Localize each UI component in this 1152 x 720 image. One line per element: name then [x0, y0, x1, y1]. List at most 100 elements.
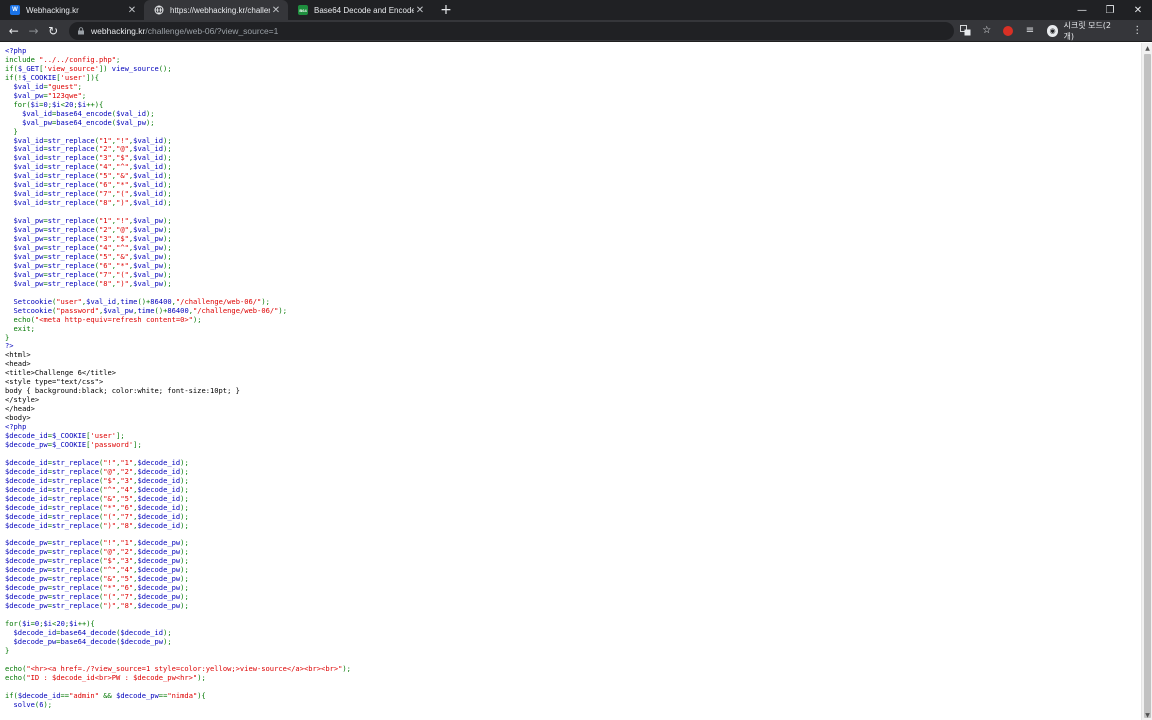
code-token: "!" [103, 457, 117, 467]
code-token: ); [145, 108, 155, 118]
incognito-icon: ◉ [1046, 24, 1059, 37]
code-line: <body> [5, 413, 31, 422]
incognito-indicator[interactable]: ◉ 시크릿 모드(2개) [1046, 20, 1121, 42]
code-token: ); [163, 135, 172, 145]
code-token: str_replace [47, 198, 95, 208]
code-token: "(" [103, 592, 117, 602]
code-line: if($_GET['view_source']) view_source(); [5, 64, 172, 73]
code-token: "*" [116, 260, 129, 270]
code-token: } [5, 645, 10, 655]
code-token: "user" [56, 296, 82, 306]
code-line: <head> [5, 359, 31, 368]
code-token: "guest" [47, 81, 78, 91]
code-token: "!" [103, 538, 117, 548]
code-token: ){ [197, 690, 206, 700]
back-icon[interactable]: ← [4, 21, 24, 41]
extension-icon[interactable] [997, 21, 1019, 41]
code-token: "8" [98, 278, 112, 288]
code-token: "nimda" [167, 690, 198, 700]
code-token: "6" [120, 502, 134, 512]
code-line: </style> [5, 395, 39, 404]
code-token: ); [180, 601, 189, 611]
code-token: "3" [120, 475, 134, 485]
address-bar[interactable]: webhacking.kr/challenge/web-06/?view_sou… [69, 21, 955, 40]
code-token: ); [180, 520, 189, 530]
code-token: $val_id [133, 171, 164, 181]
vertical-scrollbar[interactable]: ▲ ▼ [1141, 43, 1152, 720]
code-token: ); [180, 583, 189, 593]
scroll-up-icon[interactable]: ▲ [1142, 43, 1152, 53]
code-token: $decode_id [5, 457, 48, 467]
code-token: $decode_id [5, 511, 48, 521]
media-queue-icon[interactable]: ≡ [1019, 21, 1041, 41]
code-line: $decode_pw=str_replace("^","4",$decode_p… [5, 565, 189, 574]
code-token: $val_id [5, 180, 44, 190]
code-token: $val_id [133, 180, 164, 190]
tab-webhacking[interactable]: W Webhacking.kr ✕ [0, 0, 144, 20]
code-token: ); [180, 475, 189, 485]
new-tab-icon[interactable]: + [436, 0, 456, 20]
code-token: $val_id [133, 198, 164, 208]
translate-icon[interactable] [954, 21, 976, 41]
forward-icon[interactable]: → [24, 21, 44, 41]
code-token: "password" [56, 305, 99, 315]
code-token: "<hr><a href=./?view_source=1 style=colo… [26, 663, 343, 673]
code-token: "1" [98, 135, 112, 145]
tab-challenge[interactable]: https://webhacking.kr/challenge ✕ [144, 0, 288, 20]
code-token: "2" [120, 466, 134, 476]
code-token: "^" [116, 242, 129, 252]
tab-title: https://webhacking.kr/challenge [170, 5, 270, 15]
code-line: $decode_pw=base64_decode($decode_pw); [5, 637, 172, 646]
code-token: $decode_id [5, 502, 48, 512]
scrollbar-thumb[interactable] [1144, 54, 1151, 718]
code-token: "6" [98, 180, 112, 190]
code-token: 'password' [90, 439, 134, 449]
code-line: $val_pw=str_replace("1","!",$val_pw); [5, 216, 172, 225]
code-token: $val_id [5, 108, 52, 118]
code-line: $decode_pw=str_replace("(","7",$decode_p… [5, 592, 189, 601]
reload-icon[interactable]: ↻ [43, 21, 63, 41]
code-line: $decode_pw=str_replace("@","2",$decode_p… [5, 547, 189, 556]
code-token: echo( [5, 672, 27, 682]
code-token: ); [163, 260, 172, 270]
code-token: "5" [98, 171, 112, 181]
code-token: ++){ [77, 619, 95, 628]
bookmark-star-icon[interactable]: ☆ [976, 21, 998, 41]
code-token: "&" [116, 251, 129, 261]
code-token: "(" [116, 269, 129, 279]
code-token: </style> [5, 395, 40, 405]
code-token: "$" [116, 234, 129, 244]
code-line: $decode_id=str_replace("*","6",$decode_i… [5, 503, 189, 512]
code-token: ); [180, 538, 189, 548]
restore-icon[interactable]: ❐ [1096, 0, 1124, 20]
code-token: body { background:black; color:white; fo… [5, 386, 240, 396]
close-tab-icon[interactable]: ✕ [414, 5, 426, 16]
code-line: $decode_id=str_replace("$","3",$decode_i… [5, 476, 189, 485]
code-line: $val_id=str_replace("4","^",$val_id); [5, 162, 172, 171]
lock-icon[interactable] [77, 26, 85, 35]
close-window-icon[interactable]: ✕ [1124, 0, 1152, 20]
code-line: $decode_pw=str_replace("*","6",$decode_p… [5, 583, 189, 592]
code-token: ); [163, 269, 172, 279]
code-token: "@" [103, 547, 117, 557]
code-token: ); [145, 117, 155, 127]
code-line: for($i=0;$i<20;$i++){ [5, 99, 104, 109]
code-token: $_COOKIE [22, 72, 57, 82]
code-token: $decode_pw [137, 574, 181, 584]
menu-kebab-icon[interactable]: ⋮ [1126, 21, 1148, 41]
tab-base64[interactable]: B64 Base64 Decode and Encode - O ✕ [288, 0, 432, 20]
code-token: $_COOKIE [52, 439, 87, 449]
code-token: 'user' [60, 72, 87, 82]
close-tab-icon[interactable]: ✕ [270, 5, 282, 16]
scroll-down-icon[interactable]: ▼ [1142, 710, 1152, 720]
code-token: $i [30, 99, 40, 109]
code-token: ); [163, 144, 172, 154]
code-line: } [5, 646, 9, 655]
code-token: ); [180, 574, 189, 584]
minimize-icon[interactable]: — [1068, 0, 1096, 20]
code-token: == [60, 690, 70, 700]
code-line: $val_id=str_replace("2","@",$val_id); [5, 144, 172, 154]
close-tab-icon[interactable]: ✕ [126, 5, 138, 16]
tab-title: Webhacking.kr [26, 5, 79, 15]
code-token: "6" [120, 583, 134, 593]
